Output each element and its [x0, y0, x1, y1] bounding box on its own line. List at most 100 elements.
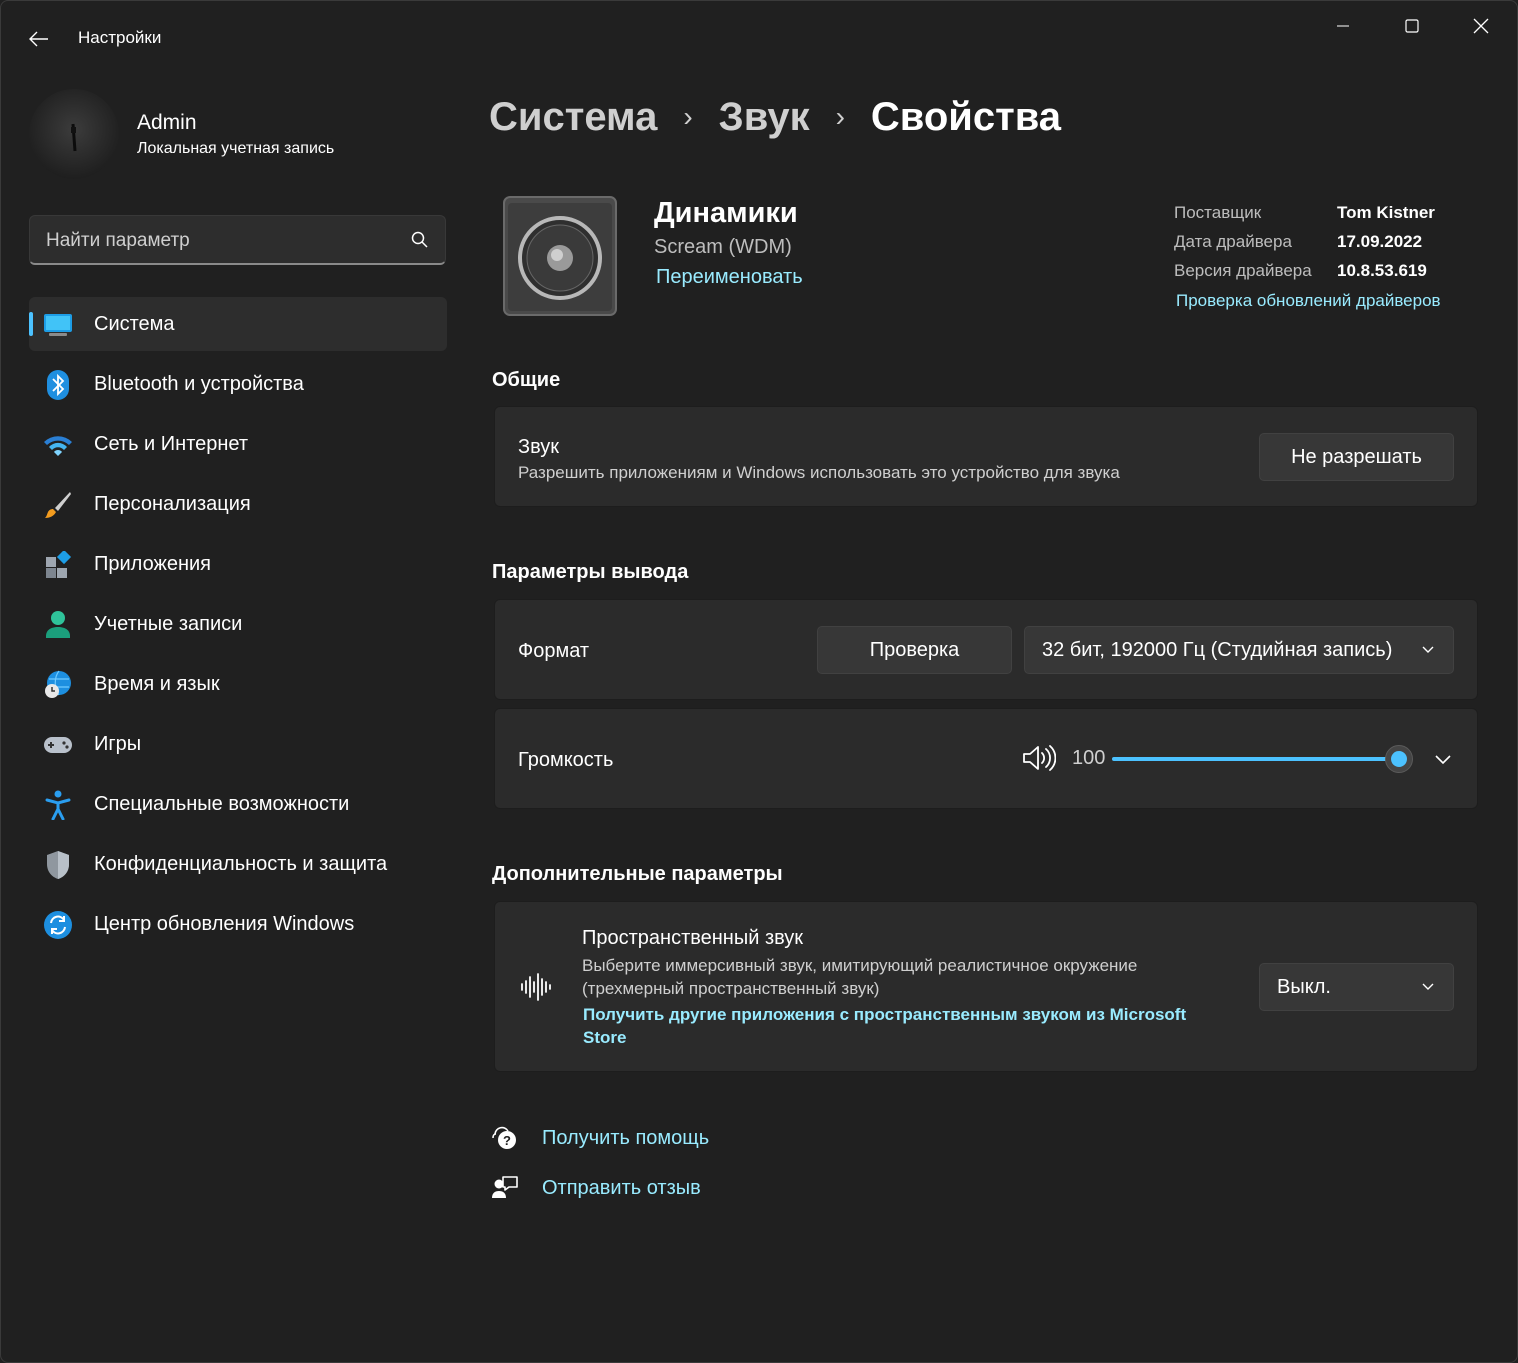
- search-placeholder: Найти параметр: [46, 230, 190, 251]
- svg-text:?: ?: [503, 1133, 511, 1148]
- microsoft-store-link[interactable]: Получить другие приложения с пространств…: [583, 1003, 1223, 1049]
- sidebar-item-label: Специальные возможности: [94, 792, 350, 815]
- minimize-icon: [1337, 25, 1349, 27]
- format-dropdown[interactable]: 32 бит, 192000 Гц (Студийная запись): [1024, 626, 1454, 674]
- sidebar-item-personalization[interactable]: Персонализация: [29, 477, 447, 531]
- disallow-button[interactable]: Не разрешать: [1259, 433, 1454, 481]
- back-arrow-icon: [29, 31, 48, 47]
- breadcrumb-separator: ›: [835, 101, 845, 132]
- driver-date-label: Дата драйвера: [1174, 232, 1292, 251]
- close-button[interactable]: [1447, 1, 1515, 51]
- volume-label: Громкость: [518, 749, 614, 771]
- driver-version-label: Версия драйвера: [1174, 261, 1312, 280]
- sidebar-item-label: Сеть и Интернет: [94, 432, 249, 455]
- volume-slider-thumb[interactable]: [1385, 745, 1413, 773]
- app-title: Настройки: [78, 28, 162, 47]
- spatial-value: Выкл.: [1277, 976, 1331, 998]
- sidebar-item-gaming[interactable]: Игры: [29, 717, 447, 771]
- slider-thumb-inner: [1391, 751, 1407, 767]
- sidebar-item-privacy[interactable]: Конфиденциальность и защита: [29, 837, 447, 891]
- section-general-title: Общие: [492, 369, 561, 391]
- volume-icon[interactable]: [1022, 744, 1056, 772]
- sound-title: Звук: [518, 436, 560, 458]
- active-indicator: [29, 312, 33, 336]
- driver-version-value: 10.8.53.619: [1337, 261, 1427, 280]
- title-bar: Настройки: [1, 1, 1517, 77]
- test-button[interactable]: Проверка: [817, 626, 1012, 674]
- breadcrumb-separator: ›: [683, 101, 693, 132]
- shield-icon: [43, 850, 73, 880]
- sidebar-item-label: Время и язык: [94, 672, 220, 695]
- close-icon: [1473, 18, 1489, 34]
- back-button[interactable]: [19, 21, 59, 57]
- page-title: Свойства: [870, 94, 1062, 139]
- speaker-icon: [502, 195, 618, 317]
- sidebar-item-label: Игры: [94, 732, 142, 755]
- sidebar-item-apps[interactable]: Приложения: [29, 537, 447, 591]
- provider-value: Tom Kistner: [1337, 203, 1435, 222]
- breadcrumb: Система › Звук › Свойства: [489, 87, 1061, 147]
- volume-value: 100: [1072, 747, 1106, 769]
- system-icon: [43, 310, 73, 340]
- avatar[interactable]: [29, 89, 119, 179]
- driver-update-link[interactable]: Проверка обновлений драйверов: [1176, 291, 1441, 311]
- send-feedback-link[interactable]: Отправить отзыв: [542, 1177, 701, 1200]
- sidebar-item-accounts[interactable]: Учетные записи: [29, 597, 447, 651]
- breadcrumb-system[interactable]: Система: [489, 95, 657, 140]
- account-type: Локальная учетная запись: [137, 140, 335, 157]
- sidebar-item-accessibility[interactable]: Специальные возможности: [29, 777, 447, 831]
- accessibility-icon: [43, 790, 73, 820]
- format-value: 32 бит, 192000 Гц (Студийная запись): [1042, 639, 1393, 661]
- sound-allow-card: Звук Разрешить приложениям и Windows исп…: [494, 406, 1478, 507]
- breadcrumb-sound[interactable]: Звук: [719, 95, 810, 140]
- brush-icon: [43, 490, 73, 520]
- format-card: Формат Проверка 32 бит, 192000 Гц (Студи…: [494, 599, 1478, 700]
- feedback-icon: [492, 1176, 518, 1198]
- avatar-image: [71, 123, 77, 152]
- provider-label: Поставщик: [1174, 203, 1262, 222]
- sidebar-item-network[interactable]: Сеть и Интернет: [29, 417, 447, 471]
- spatial-sound-icon: [521, 973, 551, 1001]
- spatial-description: Выберите иммерсивный звук, имитирующий р…: [582, 956, 1138, 998]
- device-subtitle: Scream (WDM): [654, 236, 792, 258]
- search-icon: [411, 231, 428, 248]
- format-label: Формат: [518, 640, 590, 662]
- sidebar-item-label: Система: [94, 312, 175, 335]
- sidebar-item-label: Центр обновления Windows: [94, 912, 355, 935]
- sidebar-item-label: Учетные записи: [94, 612, 243, 635]
- spatial-sound-card: Пространственный звук Выберите иммерсивн…: [494, 901, 1478, 1072]
- section-advanced-title: Дополнительные параметры: [492, 863, 783, 885]
- help-icon: ?: [492, 1126, 516, 1149]
- sidebar-item-label: Персонализация: [94, 492, 251, 515]
- sidebar-item-label: Конфиденциальность и защита: [94, 852, 388, 875]
- spatial-title: Пространственный звук: [582, 927, 804, 949]
- sidebar-item-bluetooth[interactable]: Bluetooth и устройства: [29, 357, 447, 411]
- driver-date-value: 17.09.2022: [1337, 232, 1423, 251]
- update-icon: [43, 910, 73, 940]
- rename-link[interactable]: Переименовать: [656, 266, 803, 289]
- bluetooth-icon: [43, 370, 73, 400]
- section-output-title: Параметры вывода: [492, 561, 689, 583]
- chevron-down-icon[interactable]: [1434, 752, 1452, 766]
- sidebar-item-time-language[interactable]: Время и язык: [29, 657, 447, 711]
- user-name: Admin: [137, 111, 197, 134]
- maximize-button[interactable]: [1378, 1, 1446, 51]
- accounts-icon: [43, 610, 73, 640]
- chevron-down-icon: [1422, 646, 1434, 653]
- sidebar-item-label: Приложения: [94, 552, 212, 575]
- get-help-link[interactable]: Получить помощь: [542, 1127, 709, 1150]
- search-input[interactable]: Найти параметр: [29, 215, 446, 265]
- device-name: Динамики: [654, 197, 798, 229]
- sidebar-item-system[interactable]: Система: [29, 297, 447, 351]
- apps-icon: [43, 550, 73, 580]
- volume-slider-track[interactable]: [1112, 757, 1399, 761]
- gamepad-icon: [43, 730, 73, 760]
- sidebar-nav: Система Bluetooth и устройства Сеть и Ин…: [29, 297, 447, 957]
- chevron-down-icon: [1422, 983, 1434, 990]
- sidebar-item-label: Bluetooth и устройства: [94, 372, 304, 395]
- spatial-sound-dropdown[interactable]: Выкл.: [1259, 963, 1454, 1011]
- minimize-button[interactable]: [1309, 1, 1377, 51]
- sidebar-item-windows-update[interactable]: Центр обновления Windows: [29, 897, 447, 951]
- maximize-icon: [1405, 19, 1419, 33]
- time-language-icon: [43, 670, 73, 700]
